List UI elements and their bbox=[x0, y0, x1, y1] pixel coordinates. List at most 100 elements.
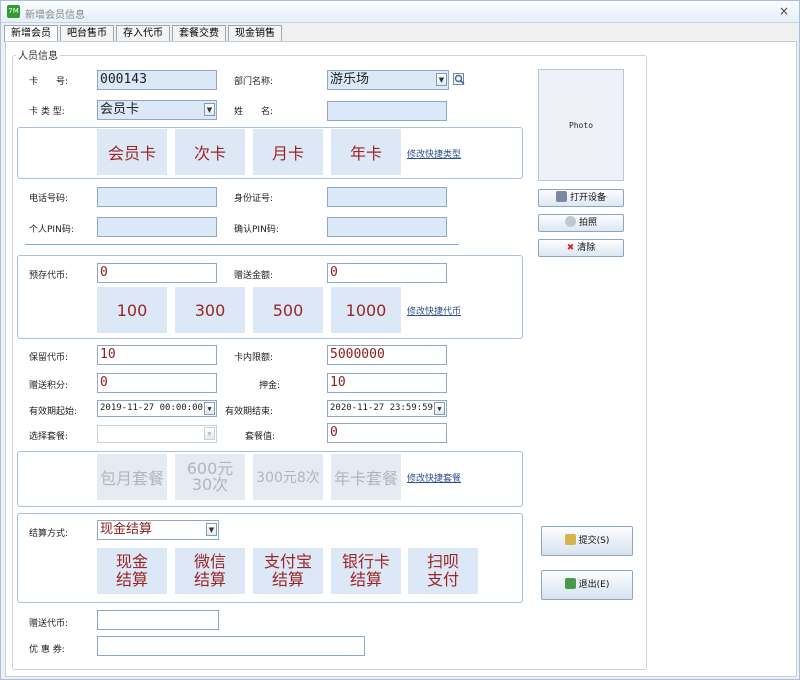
tab-deposit-coins[interactable]: 存入代币 bbox=[116, 25, 170, 41]
pay-saobei-button[interactable]: 扫呗 支付 bbox=[408, 548, 478, 594]
gift-coins-label: 赠送代币: bbox=[29, 619, 69, 629]
payment-method-label: 结算方式: bbox=[29, 529, 69, 539]
app-icon: 7M bbox=[7, 5, 20, 18]
clear-photo-button[interactable]: ✖ 清除 bbox=[538, 239, 624, 257]
reserve-field[interactable]: 10 bbox=[97, 345, 217, 365]
package-select[interactable]: ▼ bbox=[97, 425, 217, 443]
device-icon bbox=[555, 191, 567, 202]
pay-bankcard-line1: 银行卡 bbox=[341, 552, 390, 571]
tab-package-fee[interactable]: 套餐交费 bbox=[172, 25, 226, 41]
quick-coins-300[interactable]: 300 bbox=[175, 287, 245, 333]
tab-cash-sale[interactable]: 现金销售 bbox=[228, 25, 282, 41]
card-no-field[interactable]: 000143 bbox=[97, 70, 217, 90]
pay-cash-button[interactable]: 现金 结算 bbox=[97, 548, 167, 594]
quick-card-type-times[interactable]: 次卡 bbox=[175, 129, 245, 175]
id-field[interactable] bbox=[327, 187, 447, 207]
quick-coins-1000[interactable]: 1000 bbox=[331, 287, 401, 333]
package-value-field[interactable]: 0 bbox=[327, 423, 447, 443]
edit-card-types-link[interactable]: 修改快捷类型 bbox=[407, 147, 461, 160]
phone-field[interactable] bbox=[97, 187, 217, 207]
open-device-button[interactable]: 打开设备 bbox=[538, 189, 624, 207]
quick-package-600-30[interactable]: 600元30次 bbox=[175, 454, 245, 500]
close-icon: ✖ bbox=[566, 243, 575, 253]
take-photo-button[interactable]: 拍照 bbox=[538, 214, 624, 232]
card-type-select[interactable]: 会员卡 ▼ bbox=[97, 100, 217, 120]
deposit-label: 押金: bbox=[259, 381, 281, 391]
clear-photo-label: 清除 bbox=[577, 243, 596, 253]
id-label: 身份证号: bbox=[234, 194, 274, 204]
pay-alipay-button[interactable]: 支付宝 结算 bbox=[253, 548, 323, 594]
gift-points-label: 赠送积分: bbox=[29, 381, 69, 391]
submit-button[interactable]: 提交(S) bbox=[541, 526, 633, 556]
prestore-label: 预存代币: bbox=[29, 271, 69, 281]
take-photo-label: 拍照 bbox=[578, 218, 597, 228]
card-limit-field[interactable]: 5000000 bbox=[327, 345, 447, 365]
group-title: 人员信息 bbox=[16, 47, 60, 62]
name-label: 姓 名: bbox=[234, 107, 274, 117]
package-value-label: 套餐值: bbox=[245, 432, 276, 442]
quick-card-type-member[interactable]: 会员卡 bbox=[97, 129, 167, 175]
card-no-label: 卡 号: bbox=[29, 77, 69, 87]
coupon-field[interactable] bbox=[97, 636, 365, 656]
quick-coins-500[interactable]: 500 bbox=[253, 287, 323, 333]
window: 7M 新增会员信息 × 新增会员 吧台售币 存入代币 套餐交费 现金销售 人员信… bbox=[0, 0, 800, 680]
pin-confirm-field[interactable] bbox=[327, 217, 447, 237]
valid-to-picker[interactable]: 2020-11-27 23:59:59 ▼ bbox=[327, 400, 447, 417]
photo-preview: Photo bbox=[538, 69, 624, 181]
title-bar: 7M 新增会员信息 × bbox=[1, 1, 799, 23]
card-type-value: 会员卡 bbox=[100, 102, 140, 117]
quick-package-monthly[interactable]: 包月套餐 bbox=[97, 454, 167, 500]
gift-coins-field[interactable] bbox=[97, 610, 219, 630]
tab-bar: 新增会员 吧台售币 存入代币 套餐交费 现金销售 bbox=[4, 25, 284, 42]
tab-bar-sale[interactable]: 吧台售币 bbox=[60, 25, 114, 41]
deposit-field[interactable]: 10 bbox=[327, 373, 447, 393]
chevron-down-icon[interactable]: ▼ bbox=[204, 427, 215, 440]
tab-new-member[interactable]: 新增会员 bbox=[4, 25, 58, 42]
valid-to-value: 2020-11-27 23:59:59 bbox=[330, 403, 433, 413]
quick-card-type-year[interactable]: 年卡 bbox=[331, 129, 401, 175]
chevron-down-icon[interactable]: ▼ bbox=[204, 103, 215, 116]
quick-package-yearly[interactable]: 年卡套餐 bbox=[331, 454, 401, 500]
edit-quick-coins-link[interactable]: 修改快捷代币 bbox=[407, 304, 461, 317]
quick-package-300-8[interactable]: 300元8次 bbox=[253, 454, 323, 500]
package-label: 选择套餐: bbox=[29, 432, 69, 442]
chevron-down-icon[interactable]: ▼ bbox=[436, 73, 447, 86]
search-icon[interactable] bbox=[453, 73, 466, 86]
payment-method-value: 现金结算 bbox=[100, 522, 153, 537]
pay-alipay-line1: 支付宝 bbox=[263, 552, 312, 571]
chevron-down-icon[interactable]: ▼ bbox=[206, 523, 217, 536]
dept-label: 部门名称: bbox=[234, 77, 274, 87]
pay-wechat-button[interactable]: 微信 结算 bbox=[175, 548, 245, 594]
card-limit-label: 卡内限额: bbox=[234, 353, 274, 363]
pay-cash-line1: 现金 bbox=[115, 552, 148, 571]
name-field[interactable] bbox=[327, 101, 447, 121]
pay-wechat-line1: 微信 bbox=[193, 552, 226, 571]
valid-from-label: 有效期起始: bbox=[29, 407, 78, 417]
pay-alipay-line2: 结算 bbox=[271, 570, 304, 589]
pay-saobei-line1: 扫呗 bbox=[426, 552, 459, 571]
pay-saobei-line2: 支付 bbox=[426, 570, 459, 589]
valid-from-picker[interactable]: 2019-11-27 00:00:00 ▼ bbox=[97, 400, 217, 417]
chevron-down-icon[interactable]: ▼ bbox=[434, 402, 445, 415]
card-type-label: 卡 类 型: bbox=[29, 107, 65, 117]
pay-bankcard-button[interactable]: 银行卡 结算 bbox=[331, 548, 401, 594]
exit-button[interactable]: 退出(E) bbox=[541, 570, 633, 600]
quick-coins-100[interactable]: 100 bbox=[97, 287, 167, 333]
valid-from-value: 2019-11-27 00:00:00 bbox=[100, 403, 203, 413]
pay-cash-line2: 结算 bbox=[115, 570, 148, 589]
close-icon[interactable]: × bbox=[777, 4, 791, 18]
prestore-field[interactable]: 0 bbox=[97, 263, 217, 283]
dept-select[interactable]: 游乐场 ▼ bbox=[327, 70, 449, 90]
quick-card-type-month[interactable]: 月卡 bbox=[253, 129, 323, 175]
payment-method-select[interactable]: 现金结算 ▼ bbox=[97, 520, 219, 540]
gift-amount-label: 赠送金额: bbox=[234, 271, 274, 281]
gift-points-field[interactable]: 0 bbox=[97, 373, 217, 393]
coupon-label: 优 惠 券: bbox=[29, 645, 65, 655]
pay-bankcard-line2: 结算 bbox=[349, 570, 382, 589]
chevron-down-icon[interactable]: ▼ bbox=[204, 402, 215, 415]
edit-quick-packages-link[interactable]: 修改快捷套餐 bbox=[407, 471, 461, 484]
gift-amount-field[interactable]: 0 bbox=[327, 263, 447, 283]
pin-field[interactable] bbox=[97, 217, 217, 237]
dept-value: 游乐场 bbox=[330, 72, 370, 87]
phone-label: 电话号码: bbox=[29, 194, 69, 204]
